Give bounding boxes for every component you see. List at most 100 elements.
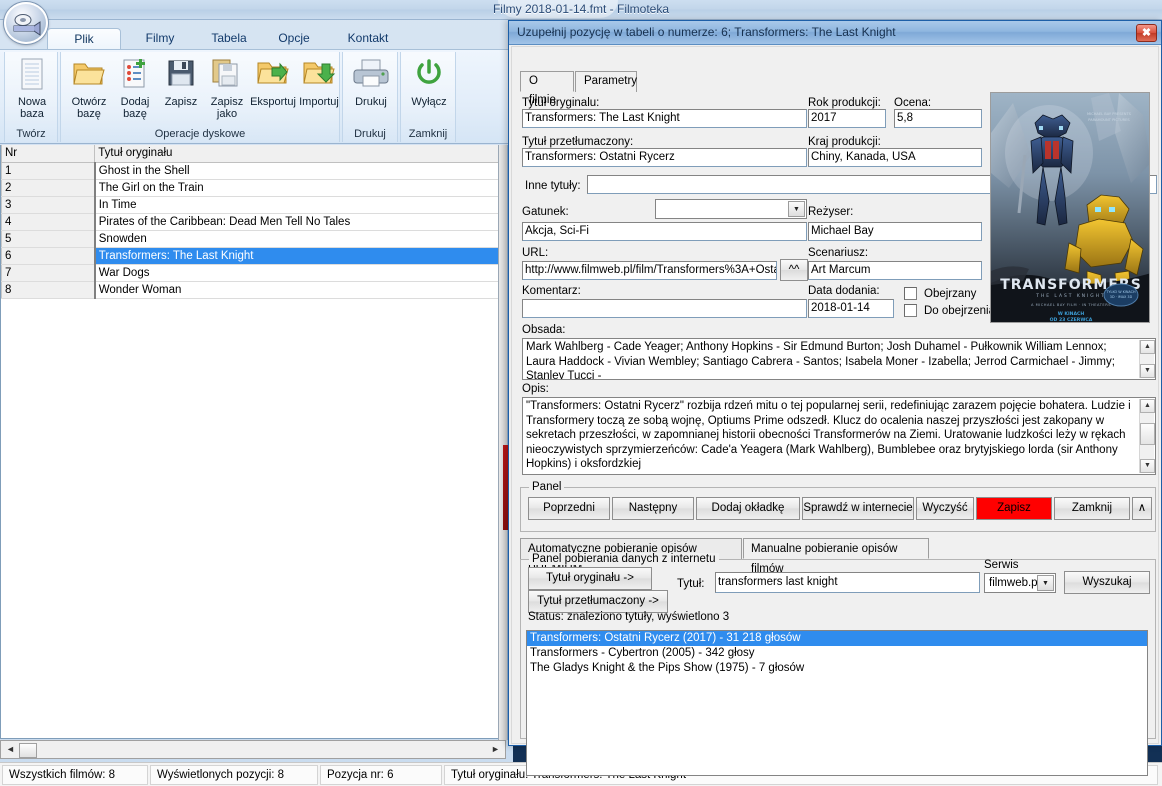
search-button[interactable]: Wyszukaj [1064, 571, 1150, 594]
writer-input[interactable]: Art Marcum [808, 261, 982, 280]
ribbon-group-drukuj: Drukuj Drukuj [342, 52, 398, 142]
country-input[interactable]: Chiny, Kanada, USA [808, 148, 982, 167]
genre-input[interactable]: Akcja, Sci-Fi [522, 222, 807, 241]
movies-table[interactable]: Nr Tytuł oryginału Tytuł przetłumaczony … [0, 145, 506, 739]
cell-nr: 7 [1, 263, 96, 282]
ribbon-tab-opcje[interactable]: Opcje [261, 28, 327, 50]
country-label: Kraj produkcji: [808, 136, 881, 148]
cell-original-title: Wonder Woman [94, 280, 505, 299]
watched-checkbox[interactable] [904, 287, 917, 300]
genre-select[interactable]: ▼ [655, 199, 807, 219]
translated-title-input[interactable]: Transformers: Ostatni Rycerz [522, 148, 807, 167]
url-input[interactable]: http://www.filmweb.pl/film/Transformers%… [522, 261, 777, 280]
search-results-list[interactable]: Transformers: Ostatni Rycerz (2017) - 31… [526, 630, 1148, 776]
scrollbar-thumb[interactable] [19, 743, 37, 758]
service-select[interactable]: filmweb.pl ▼ [984, 573, 1056, 593]
ribbon-tab-plik-label: Plik [74, 32, 94, 46]
scroll-down-arrow-icon[interactable]: ▼ [1140, 459, 1155, 473]
table-row[interactable]: 2 The Girl on the Train Dziewczyna z poc… [1, 178, 505, 197]
ribbon-button-otworz-baze[interactable]: Otwórz bazę [63, 56, 115, 122]
ribbon-button-eksportuj[interactable]: Eksportuj [247, 56, 299, 122]
to-watch-checkbox[interactable] [904, 304, 917, 317]
description-scrollbar[interactable]: ▲ ▼ [1139, 399, 1155, 473]
panel-groupbox-title: Panel [529, 481, 565, 493]
check-online-button[interactable]: Sprawdź w internecie [802, 497, 914, 520]
column-header-nr[interactable]: Nr [1, 145, 96, 163]
tab-parametry[interactable]: Parametry [575, 71, 637, 92]
table-row[interactable]: 7 War Dogs Rekiny wojny [1, 263, 505, 282]
save-button[interactable]: Zapisz [976, 497, 1052, 520]
use-original-title-button[interactable]: Tytuł oryginału -> [528, 567, 652, 590]
ribbon-tab-opcje-label: Opcje [278, 31, 310, 45]
ribbon-group-zamknij-label: Zamknij [408, 128, 448, 140]
cell-nr: 8 [1, 280, 96, 299]
table-row[interactable]: 3 In Time Wyścig z czasem [1, 195, 505, 214]
list-item[interactable]: Transformers - Cybertron (2005) - 342 gł… [527, 646, 1147, 661]
scroll-down-arrow-icon[interactable]: ▼ [1140, 364, 1155, 378]
ribbon-tab-tabela[interactable]: Tabela [194, 28, 264, 50]
tab-o-filmie[interactable]: O filmie [520, 71, 574, 106]
writer-label: Scenariusz: [808, 247, 869, 259]
clear-button[interactable]: Wyczyść [916, 497, 974, 520]
collapse-button[interactable]: ∧ [1132, 497, 1152, 520]
director-input[interactable]: Michael Bay [808, 222, 982, 241]
ribbon-button-dodaj-baze[interactable]: Dodaj bazę [109, 56, 161, 122]
table-row[interactable]: 5 Snowden Snowden [1, 229, 505, 248]
svg-text:THE LAST KNIGHT: THE LAST KNIGHT [1035, 293, 1105, 299]
ribbon-button-zapisz-jako[interactable]: Zapisz jako [201, 56, 253, 122]
ribbon-group-drukuj-label: Drukuj [354, 128, 386, 140]
ribbon-button-importuj[interactable]: Importuj [293, 56, 345, 122]
use-translated-title-button[interactable]: Tytuł przetłumaczony -> [528, 590, 668, 613]
cell-original-title: Ghost in the Shell [94, 161, 505, 180]
comment-input[interactable] [522, 299, 807, 318]
next-button[interactable]: Następny [612, 497, 694, 520]
scroll-up-arrow-icon[interactable]: ▲ [1140, 340, 1155, 354]
rating-input[interactable]: 5,8 [894, 109, 982, 128]
url-label: URL: [522, 247, 549, 259]
ribbon-tab-filmy[interactable]: Filmy [129, 28, 191, 50]
app-orb-button[interactable] [4, 2, 48, 44]
list-item[interactable]: Transformers: Ostatni Rycerz (2017) - 31… [527, 631, 1147, 646]
table-row[interactable]: 4 Pirates of the Caribbean: Dead Men Tel… [1, 212, 505, 231]
scrollbar-thumb[interactable] [1140, 423, 1155, 445]
ribbon-button-nowa-baza[interactable]: Nowa baza [6, 56, 58, 122]
table-row[interactable]: 8 Wonder Woman Wonder Woman [1, 280, 505, 299]
ribbon-button-nowa-baza-line1: Nowa [17, 96, 47, 108]
ribbon-button-drukuj[interactable]: Drukuj [345, 56, 397, 122]
cast-textarea[interactable]: Mark Wahlberg - Cade Yeager; Anthony Hop… [522, 338, 1156, 380]
previous-button[interactable]: Poprzedni [528, 497, 610, 520]
ribbon-button-importuj-line1: Importuj [299, 96, 339, 108]
cast-scrollbar[interactable]: ▲ ▼ [1139, 340, 1155, 378]
year-input[interactable]: 2017 [808, 109, 886, 128]
scroll-left-arrow-icon[interactable]: ◄ [3, 742, 18, 757]
table-row-selected[interactable]: 6 Transformers: The Last Knight Transfor… [1, 246, 505, 265]
tab-manual-download[interactable]: Manualne pobieranie opisów filmów [743, 538, 929, 575]
chevron-down-icon[interactable]: ▼ [788, 201, 805, 217]
date-added-input[interactable]: 2018-01-14 [808, 299, 894, 318]
scroll-up-arrow-icon[interactable]: ▲ [1140, 399, 1155, 413]
url-open-button[interactable]: ^^ [780, 259, 808, 281]
ribbon-button-eksportuj-line1: Eksportuj [250, 96, 296, 108]
service-select-value: filmweb.pl [989, 577, 1041, 589]
ribbon-button-wylacz[interactable]: Wyłącz [403, 56, 455, 122]
ribbon-tab-plik[interactable]: Plik [47, 28, 121, 50]
description-textarea[interactable]: "Transformers: Ostatni Rycerz" rozbija r… [522, 397, 1156, 475]
ribbon-button-zapisz[interactable]: Zapisz [155, 56, 207, 122]
chevron-down-icon[interactable]: ▼ [1037, 575, 1054, 591]
scroll-right-arrow-icon[interactable]: ► [488, 742, 503, 757]
cast-label: Obsada: [522, 324, 566, 336]
close-icon[interactable]: ✖ [1136, 24, 1157, 42]
date-added-label: Data dodania: [808, 285, 880, 297]
list-item[interactable]: The Gladys Knight & the Pips Show (1975)… [527, 661, 1147, 676]
to-watch-label: Do obejrzenia [924, 305, 995, 317]
original-title-input[interactable]: Transformers: The Last Knight [522, 109, 807, 128]
ribbon-group-operacje-dyskowe: Otwórz bazę Dodaj bazę Zapisz Zapisz jak… [60, 52, 340, 142]
table-row[interactable]: 1 Ghost in the Shell Ghost in the Shell [1, 161, 505, 180]
ribbon-tab-kontakt[interactable]: Kontakt [330, 28, 406, 50]
add-cover-button[interactable]: Dodaj okładkę [696, 497, 800, 520]
svg-text:W KINACH: W KINACH [1058, 311, 1085, 317]
close-button[interactable]: Zamknij [1054, 497, 1130, 520]
table-horizontal-scrollbar[interactable]: ◄ ► [0, 740, 506, 759]
description-label: Opis: [522, 383, 549, 395]
column-header-original-title[interactable]: Tytuł oryginału [94, 145, 505, 163]
